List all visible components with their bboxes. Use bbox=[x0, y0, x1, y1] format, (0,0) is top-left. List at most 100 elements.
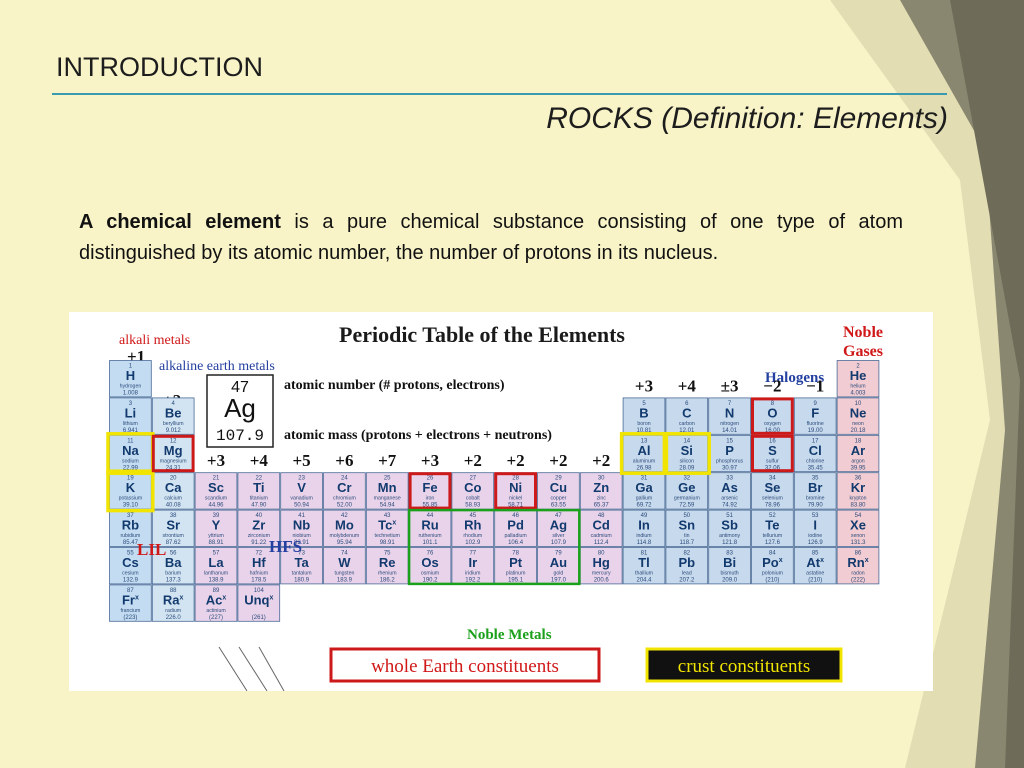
charge-p13: +3 bbox=[635, 376, 653, 395]
element-cell-sc: 21Scscandium44.96 bbox=[194, 472, 238, 510]
legend-key: 47 Ag 107.9 atomic number (# protons, el… bbox=[206, 374, 552, 448]
element-mass: 28.09 bbox=[679, 465, 695, 471]
element-mass: 26.98 bbox=[636, 465, 652, 471]
element-name: phosphorus bbox=[716, 458, 744, 464]
charge-t7: +7 bbox=[378, 451, 397, 470]
element-cell-h: 1Hhydrogen1.008 bbox=[109, 360, 152, 398]
element-name: hafnium bbox=[250, 571, 268, 577]
key-number-description: atomic number (# protons, electrons) bbox=[284, 378, 505, 393]
element-cell-ni: 28Ninickel58.71 bbox=[494, 472, 537, 510]
element-name: carbon bbox=[679, 421, 695, 427]
element-symbol: Br bbox=[808, 480, 822, 495]
element-symbol: Li bbox=[125, 405, 137, 420]
element-mass: 190.2 bbox=[422, 578, 438, 584]
element-superscript: x bbox=[135, 594, 139, 601]
element-name: francium bbox=[120, 608, 140, 614]
element-name: titanium bbox=[250, 496, 268, 502]
key-symbol: Ag bbox=[224, 393, 256, 423]
element-cell-po: 84Poxpolonium(210) bbox=[751, 547, 794, 585]
element-symbol: Pt bbox=[509, 555, 523, 570]
title-divider bbox=[52, 93, 947, 95]
element-mass: (210) bbox=[765, 578, 779, 584]
element-cell-co: 27Cocobalt58.93 bbox=[451, 472, 495, 510]
element-name: xenon bbox=[851, 533, 865, 539]
element-symbol: Zn bbox=[593, 480, 609, 495]
element-mass: 114.8 bbox=[637, 540, 652, 546]
element-name: mercury bbox=[592, 571, 611, 577]
element-name: chromium bbox=[333, 496, 356, 502]
element-mass: 72.59 bbox=[679, 503, 695, 509]
element-name: manganese bbox=[374, 496, 401, 502]
element-symbol: Nb bbox=[293, 518, 310, 533]
element-name: boron bbox=[637, 421, 650, 427]
element-symbol: Co bbox=[464, 480, 481, 495]
element-cell-zn: 30Znzinc65.37 bbox=[579, 472, 623, 510]
lil-label: LIL bbox=[137, 540, 166, 559]
element-cell-sn: 50Sntin118.7 bbox=[665, 509, 709, 547]
element-mass: 52.00 bbox=[337, 503, 353, 509]
element-mass: 54.94 bbox=[380, 503, 396, 509]
element-mass: 1.008 bbox=[123, 391, 139, 397]
crust-legend: crust constituents bbox=[645, 647, 843, 683]
element-name: actinium bbox=[206, 608, 225, 614]
element-mass: 121.8 bbox=[722, 540, 738, 546]
element-symbol: F bbox=[811, 405, 819, 420]
element-symbol: Ir bbox=[468, 555, 477, 570]
element-cell-fe: 26Feiron55.85 bbox=[408, 472, 452, 510]
element-name: iron bbox=[426, 496, 435, 502]
element-name: bromine bbox=[806, 496, 825, 502]
element-cell-la: 57Lalanthanum138.9 bbox=[194, 547, 238, 585]
element-mass: 50.94 bbox=[294, 503, 310, 509]
element-mass: 95.94 bbox=[337, 540, 353, 546]
element-cell-c: 6Ccarbon12.01 bbox=[665, 397, 709, 435]
element-mass: 195.1 bbox=[508, 578, 524, 584]
element-name: chlorine bbox=[806, 458, 824, 464]
element-symbol: Sb bbox=[721, 518, 738, 533]
element-cell-cr: 24Crchromium52.00 bbox=[323, 472, 366, 510]
element-mass: 200.6 bbox=[594, 578, 610, 584]
crust-label: crust constituents bbox=[678, 656, 810, 677]
element-cell-fr: 87Frxfrancium(223) bbox=[109, 584, 152, 622]
element-name: oxygen bbox=[764, 421, 781, 427]
element-cell-w: 74Wtungsten183.9 bbox=[323, 547, 366, 585]
element-mass: 39.95 bbox=[850, 465, 866, 471]
element-symbol: Na bbox=[122, 443, 139, 458]
element-mass: 69.72 bbox=[636, 503, 652, 509]
element-name: yttrium bbox=[208, 533, 224, 539]
element-cell-tc: 43Tcxtechnetium98.91 bbox=[365, 509, 409, 547]
charge-p15: ±3 bbox=[721, 376, 739, 395]
element-mass: 209.0 bbox=[722, 578, 738, 584]
element-name: copper bbox=[550, 496, 566, 502]
element-mass: 107.9 bbox=[551, 540, 567, 546]
element-symbol: Si bbox=[681, 443, 693, 458]
element-symbol: Cu bbox=[550, 480, 567, 495]
element-cell-rh: 45Rhrhodium102.9 bbox=[451, 509, 495, 547]
element-cell-ne: 10Neneon20.18 bbox=[836, 397, 880, 435]
charge-t11: +2 bbox=[549, 451, 567, 470]
element-name: iridium bbox=[465, 571, 480, 577]
element-name: potassium bbox=[119, 496, 143, 502]
noble-gases-label-1: Noble bbox=[843, 324, 883, 341]
element-superscript: x bbox=[222, 594, 226, 601]
element-symbol: Ca bbox=[165, 480, 182, 495]
charge-p16: −2 bbox=[763, 376, 781, 395]
element-symbol: Te bbox=[765, 518, 779, 533]
element-symbol: Y bbox=[212, 518, 221, 533]
element-name: sodium bbox=[122, 458, 139, 464]
alkaline-earth-metals-label: alkaline earth metals bbox=[159, 359, 275, 374]
element-cell-pb: 82Pblead207.2 bbox=[665, 547, 709, 585]
element-mass: 47.90 bbox=[251, 503, 267, 509]
charge-p14: +4 bbox=[678, 376, 697, 395]
element-name: silver bbox=[552, 533, 564, 539]
element-symbol: Cd bbox=[593, 518, 610, 533]
element-cell-br: 35Brbromine79.90 bbox=[793, 472, 837, 510]
element-name: hydrogen bbox=[120, 384, 142, 390]
element-cell-b: 5Bboron10.81 bbox=[622, 397, 666, 435]
element-symbol: Rb bbox=[122, 518, 139, 533]
element-symbol: Fe bbox=[422, 480, 437, 495]
charge-t6: +6 bbox=[335, 451, 353, 470]
element-name: silicon bbox=[680, 458, 695, 464]
noble-metals-label: Noble Metals bbox=[467, 627, 552, 643]
element-mass: (210) bbox=[808, 578, 822, 584]
element-name: cesium bbox=[122, 571, 138, 577]
